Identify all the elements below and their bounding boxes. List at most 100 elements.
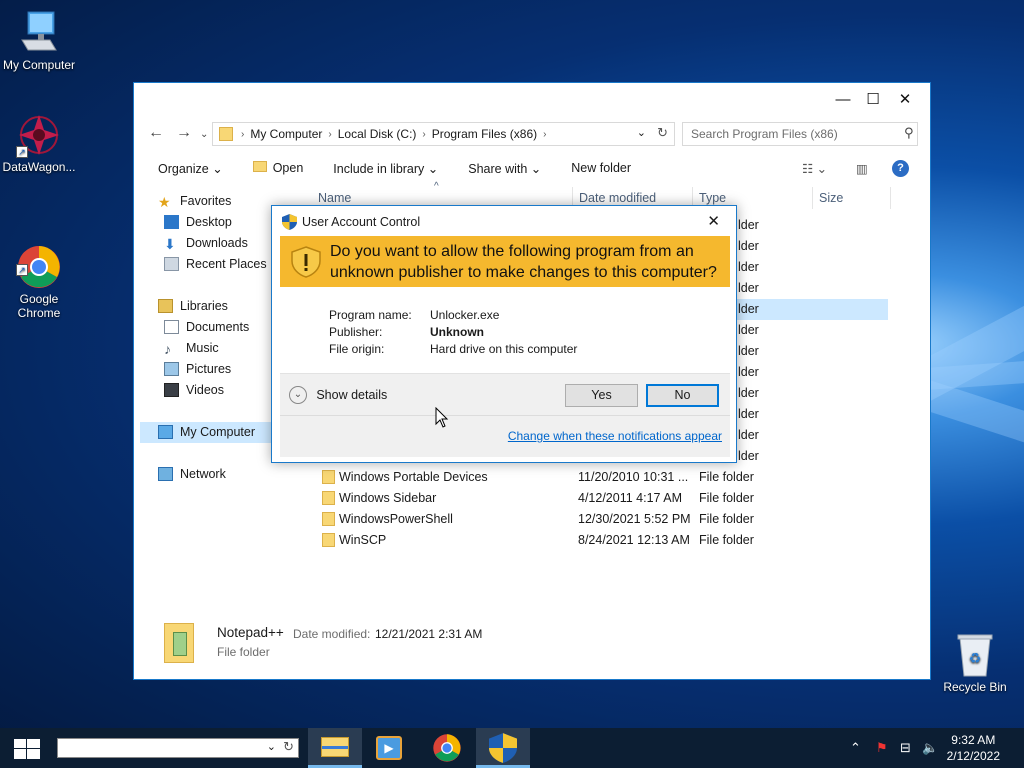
refresh-icon[interactable]: ↻ [657,125,668,141]
breadcrumb-program-files[interactable]: Program Files (x86) [432,127,537,141]
cell-type: lder [738,239,759,253]
tree-label: Videos [186,383,224,397]
tree-label: Downloads [186,236,248,250]
cell-type: lder [738,365,759,379]
cell-type: lder [738,281,759,295]
new-folder-button[interactable]: New folder [571,161,631,175]
music-note-icon: ♪ [164,341,171,357]
desktop-icon-label: DataWagon... [2,160,76,174]
tree-label: Pictures [186,362,232,376]
cell-date: 11/20/2010 10:31 ... [578,470,689,484]
computer-icon [158,425,173,439]
cell-type: File folder [699,512,754,526]
picture-icon [164,362,179,376]
media-player-icon: ▶ [376,736,402,760]
start-button[interactable] [14,739,40,762]
breadcrumb-separator: › [543,128,547,140]
recent-locations-chevron-icon[interactable]: ⌄ [200,129,208,140]
desktop-icon-recycle-bin[interactable]: ♻ Recycle Bin [933,632,1017,694]
cell-type: File folder [699,470,754,484]
refresh-icon[interactable]: ↻ [283,739,294,755]
clock[interactable]: 9:32 AM 2/12/2022 [947,732,1000,764]
recent-places-icon [164,257,179,271]
cell-type: lder [738,428,759,442]
taskbar-media-player[interactable]: ▶ [362,728,416,768]
taskbar-search-input[interactable]: ⌄ ↻ [57,738,299,758]
cell-name: Windows Sidebar [339,491,437,505]
table-row[interactable]: Windows Sidebar 4/12/2011 4:17 AM File f… [318,488,892,509]
windows-logo-icon [14,739,40,759]
column-name[interactable]: Name [318,191,351,205]
folder-icon [322,491,335,505]
open-button[interactable]: Open [252,161,303,175]
volume-icon[interactable]: 🔈 [922,740,938,756]
close-button[interactable]: ✕ [890,89,920,111]
organize-label: Organize [158,161,209,176]
open-folder-icon [252,161,267,172]
organize-button[interactable]: Organize ⌄ [158,161,223,176]
maximize-button[interactable]: ☐ [858,89,888,111]
chevron-down-icon: ⌄ [289,386,307,404]
breadcrumb-separator: › [422,128,426,140]
breadcrumb-local-disk[interactable]: Local Disk (C:) [338,127,417,141]
uac-close-button[interactable]: ✕ [707,212,720,230]
desktop-icon-google-chrome[interactable]: ↗ Google Chrome [0,216,81,334]
cell-date: 4/12/2011 4:17 AM [578,491,683,505]
cell-name: WindowsPowerShell [339,512,453,526]
desktop-icon-label: My Computer [2,58,76,72]
libraries-icon [158,299,173,313]
cell-date: 8/24/2021 12:13 AM [578,533,690,547]
svg-text:♻: ♻ [969,651,982,667]
column-type[interactable]: Type [699,191,726,205]
table-row[interactable]: WindowsPowerShell 12/30/2021 5:52 PM Fil… [318,509,892,530]
back-arrow-icon[interactable]: ← [148,124,164,142]
table-row[interactable]: WinSCP 8/24/2021 12:13 AM File folder [318,530,892,551]
taskbar-file-explorer[interactable] [308,728,362,768]
uac-action-area: ⌄ Show details Yes No Change when these … [280,373,730,457]
show-details-toggle[interactable]: ⌄ Show details [289,386,387,404]
shortcut-arrow-icon: ↗ [16,264,28,276]
tree-label: Network [180,467,226,481]
minimize-button[interactable]: — [828,89,858,111]
address-dropdown-icon[interactable]: ⌄ [637,126,646,139]
share-label: Share with [468,161,528,176]
view-options-icon[interactable]: ☷ ⌄ [802,161,827,176]
taskbar-uac[interactable] [476,728,530,768]
address-bar[interactable]: › My Computer › Local Disk (C:) › Progra… [212,122,675,146]
search-input[interactable]: Search Program Files (x86) [682,122,918,146]
forward-arrow-icon[interactable]: → [176,124,192,142]
show-hidden-icons-chevron-icon[interactable]: ⌃ [850,740,861,756]
include-in-library-button[interactable]: Include in library ⌄ [333,161,438,176]
uac-dialog: User Account Control ✕ Do you want to al… [271,205,737,463]
search-icon[interactable]: ⚲ [904,125,914,141]
desktop-icon-datawagon[interactable]: ↗ DataWagon... [0,112,81,174]
help-icon[interactable]: ? [892,159,909,177]
uac-title: User Account Control [302,215,421,229]
cell-type: lder [738,407,759,421]
cell-type: lder [738,302,759,316]
desktop-icon-my-computer[interactable]: My Computer [0,10,81,72]
no-button[interactable]: No [646,384,719,407]
yes-button[interactable]: Yes [565,384,638,407]
breadcrumb-my-computer[interactable]: My Computer [250,127,322,141]
action-center-flag-icon[interactable]: ⚑ [876,740,888,756]
search-dropdown-icon[interactable]: ⌄ [267,740,276,753]
folder-icon [322,470,335,484]
title-bar[interactable]: — ☐ ✕ [134,83,930,117]
tree-label: My Computer [180,425,256,439]
chrome-icon [433,734,461,762]
uac-shield-icon [282,214,297,230]
cell-type: lder [738,260,759,274]
preview-pane-icon[interactable]: ▥ [856,161,868,176]
share-with-button[interactable]: Share with ⌄ [468,161,541,176]
desktop-icon-label: Google Chrome [17,292,61,320]
column-size[interactable]: Size [819,191,843,205]
network-icon[interactable]: ⊟ [900,740,911,756]
column-date-modified[interactable]: Date modified [579,191,656,205]
change-notifications-link[interactable]: Change when these notifications appear [508,429,722,443]
table-row[interactable]: Windows Portable Devices 11/20/2010 10:3… [318,467,892,488]
taskbar-chrome[interactable] [420,728,474,768]
tree-item-network[interactable]: Network [140,464,310,485]
folder-icon [322,512,335,526]
details-type: File folder [217,645,270,659]
